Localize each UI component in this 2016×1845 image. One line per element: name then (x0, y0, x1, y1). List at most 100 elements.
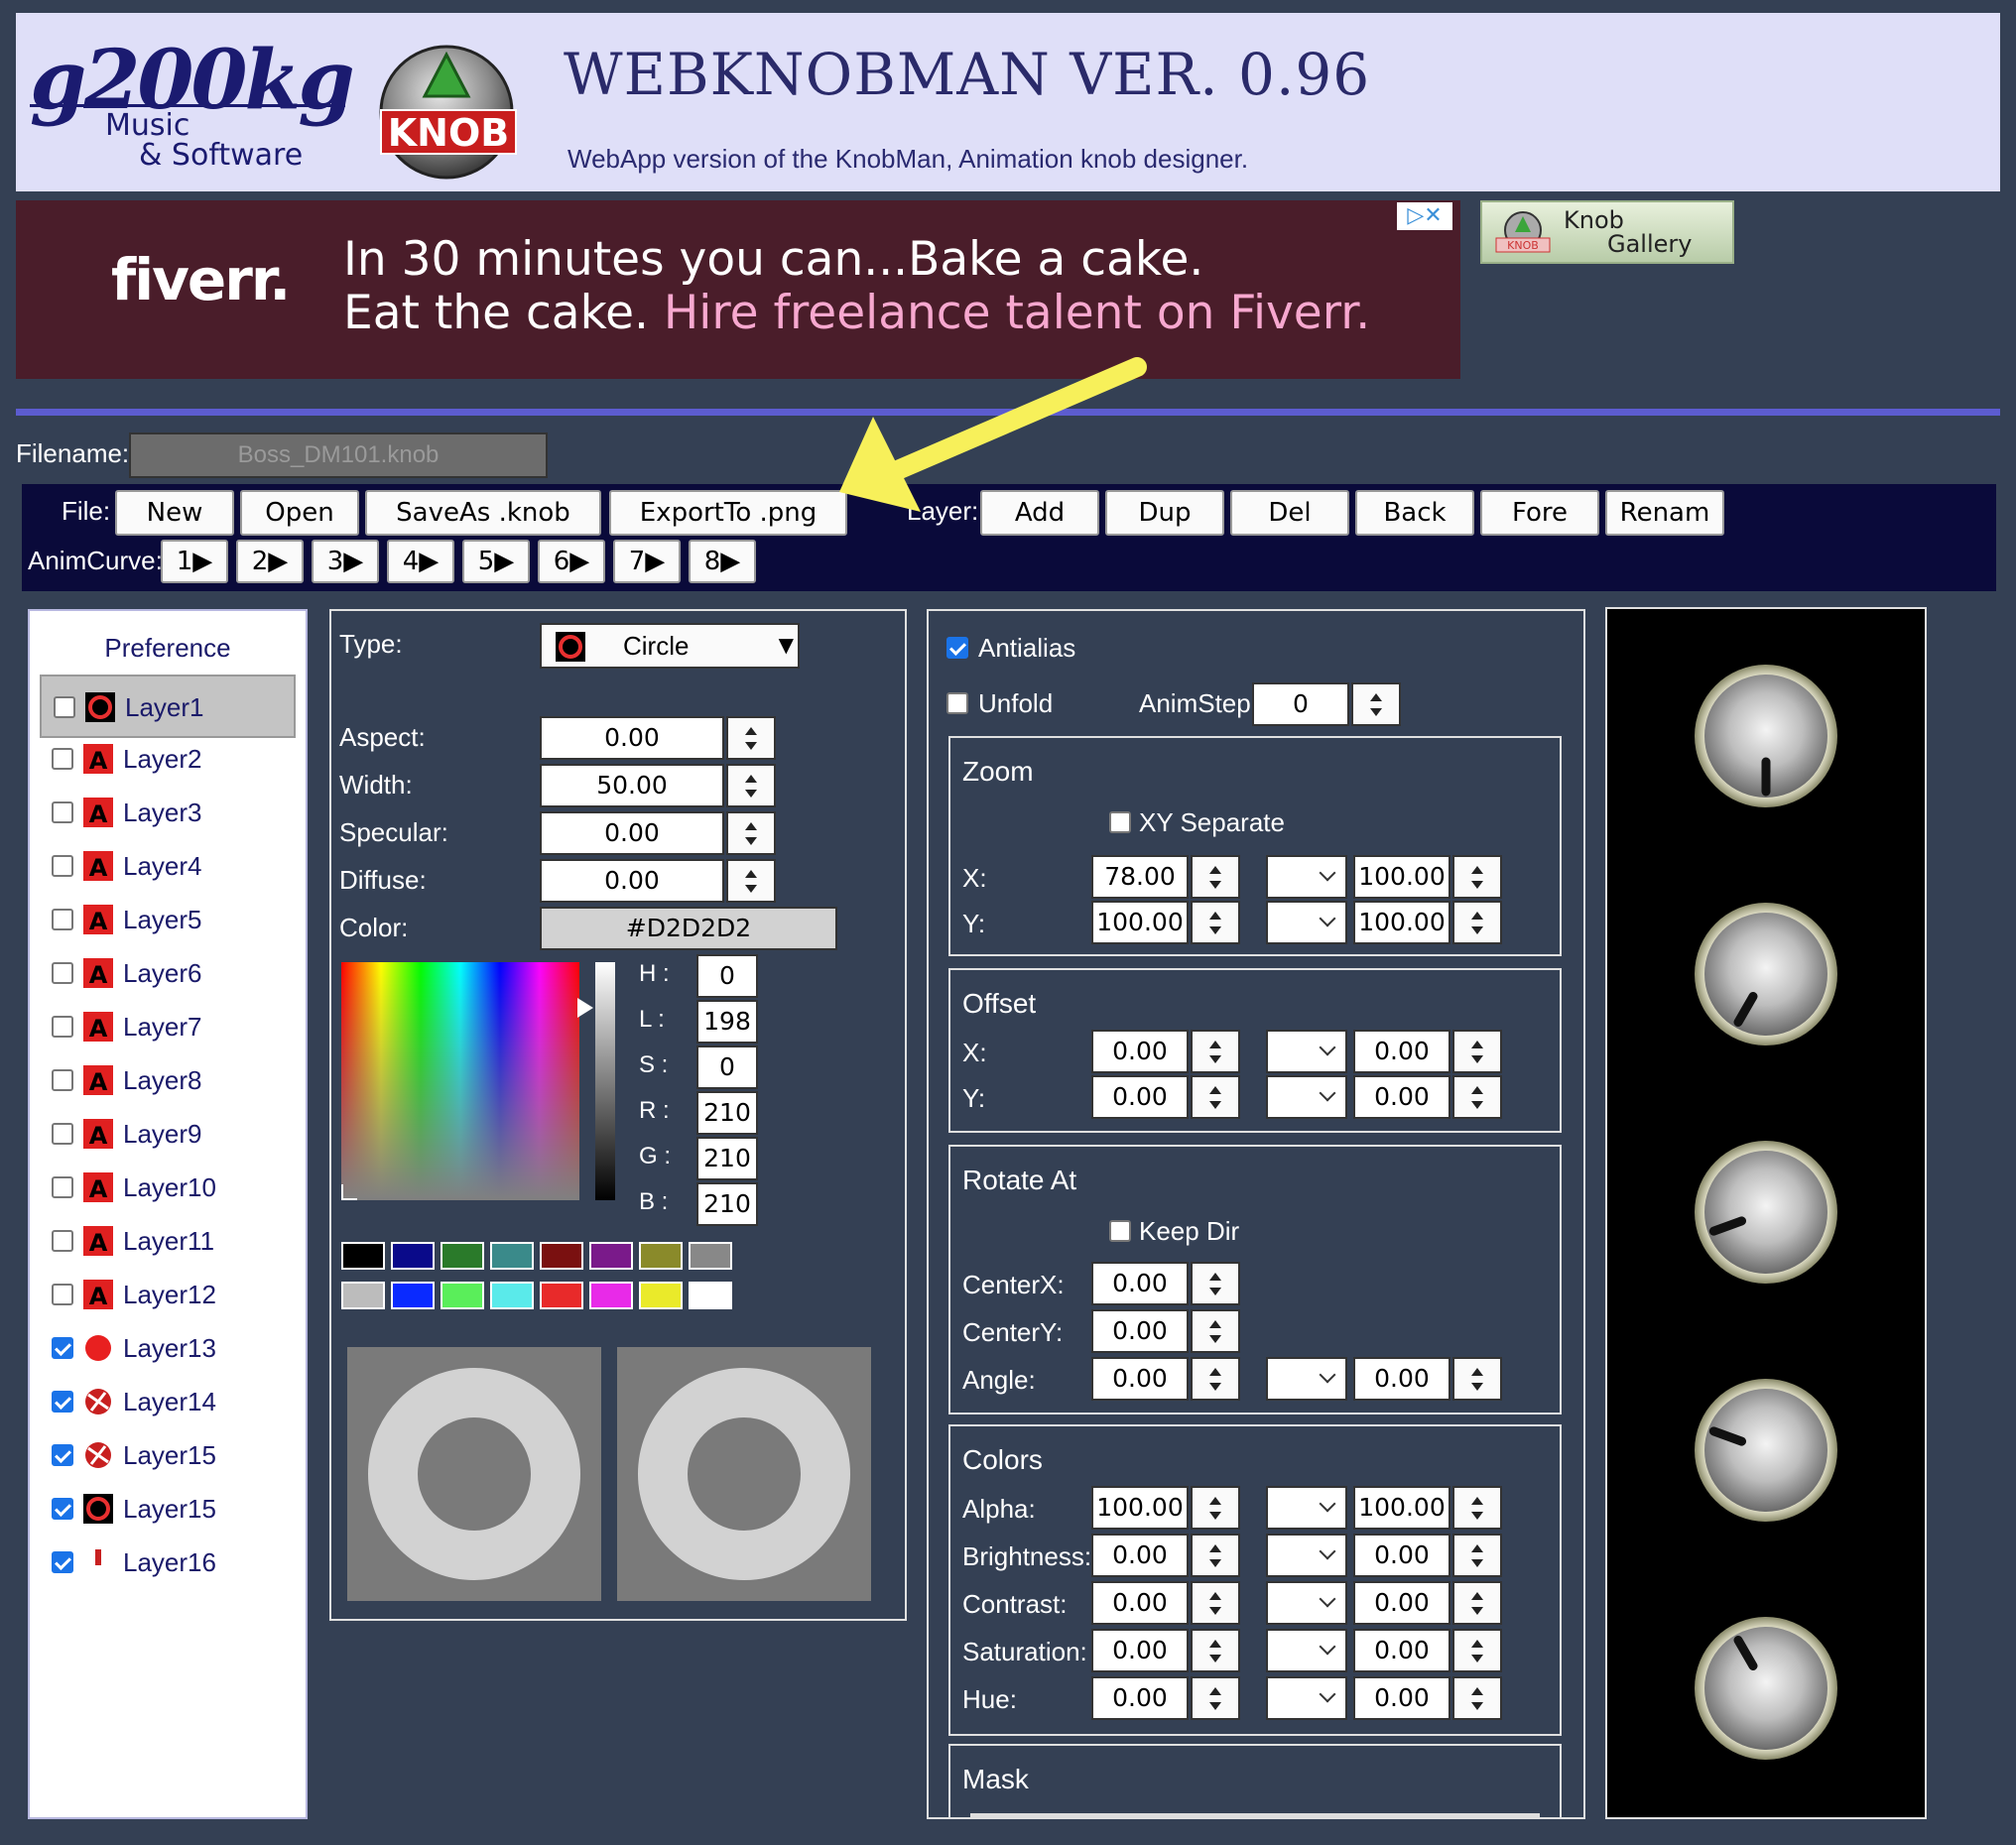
b-input[interactable]: 210 (696, 1182, 758, 1226)
specular-input[interactable]: 0.00 (540, 811, 724, 855)
brightness-from-spinner[interactable] (1191, 1534, 1240, 1577)
offset-y-curve-select[interactable] (1266, 1075, 1347, 1119)
saturation-from-spinner[interactable] (1191, 1629, 1240, 1672)
g-input[interactable]: 210 (696, 1137, 758, 1180)
hue-curve-select[interactable] (1266, 1676, 1347, 1720)
color-swatch[interactable] (689, 1282, 732, 1309)
hue-to-input[interactable]: 0.00 (1353, 1676, 1450, 1720)
zoom-x-from-spinner[interactable] (1191, 855, 1240, 899)
color-swatch[interactable] (391, 1282, 435, 1309)
contrast-to-spinner[interactable] (1452, 1581, 1502, 1625)
layer-visibility-checkbox[interactable] (52, 748, 73, 770)
saturation-to-input[interactable]: 0.00 (1353, 1629, 1450, 1672)
angle-to-input[interactable]: 0.00 (1353, 1357, 1450, 1401)
h-input[interactable]: 0 (696, 954, 758, 998)
layer-visibility-checkbox[interactable] (52, 909, 73, 930)
layer-visibility-checkbox[interactable] (52, 855, 73, 877)
layer-visibility-checkbox[interactable] (52, 1230, 73, 1252)
s-input[interactable]: 0 (696, 1046, 758, 1089)
centery-spinner[interactable] (1191, 1309, 1240, 1353)
animcurve-1-button[interactable]: 1▶ (161, 540, 228, 583)
layer-visibility-checkbox[interactable] (54, 696, 75, 718)
mask-control[interactable] (970, 1813, 1540, 1817)
add-layer-button[interactable]: Add (980, 490, 1099, 536)
animcurve-6-button[interactable]: 6▶ (538, 540, 605, 583)
centerx-spinner[interactable] (1191, 1262, 1240, 1305)
angle-from-input[interactable]: 0.00 (1091, 1357, 1189, 1401)
layer-visibility-checkbox[interactable] (52, 1444, 73, 1466)
zoom-y-curve-select[interactable] (1266, 901, 1347, 944)
hue-from-input[interactable]: 0.00 (1091, 1676, 1189, 1720)
saturation-from-input[interactable]: 0.00 (1091, 1629, 1189, 1672)
zoom-y-from-input[interactable]: 100.00 (1091, 901, 1189, 944)
lightness-slider[interactable] (595, 962, 615, 1200)
contrast-from-spinner[interactable] (1191, 1581, 1240, 1625)
knob-gallery-button[interactable]: KNOB Knob Gallery (1480, 200, 1734, 264)
layer-visibility-checkbox[interactable] (52, 1498, 73, 1520)
color-swatch[interactable] (639, 1242, 683, 1270)
color-swatch[interactable] (689, 1242, 732, 1270)
brightness-to-spinner[interactable] (1452, 1534, 1502, 1577)
contrast-curve-select[interactable] (1266, 1581, 1347, 1625)
animcurve-2-button[interactable]: 2▶ (236, 540, 304, 583)
zoom-x-from-input[interactable]: 78.00 (1091, 855, 1189, 899)
animcurve-3-button[interactable]: 3▶ (312, 540, 379, 583)
dup-layer-button[interactable]: Dup (1105, 490, 1224, 536)
color-picker-cursor[interactable] (341, 1184, 357, 1200)
color-swatch[interactable] (391, 1242, 435, 1270)
layer-visibility-checkbox[interactable] (52, 1069, 73, 1091)
contrast-from-input[interactable]: 0.00 (1091, 1581, 1189, 1625)
type-select[interactable]: Circle ▼ (540, 623, 800, 669)
layer-visibility-checkbox[interactable] (52, 1551, 73, 1573)
unfold-checkbox[interactable] (946, 692, 968, 714)
saveas-button[interactable]: SaveAs .knob (365, 490, 601, 536)
diffuse-input[interactable]: 0.00 (540, 859, 724, 903)
animcurve-4-button[interactable]: 4▶ (387, 540, 454, 583)
alpha-to-input[interactable]: 100.00 (1353, 1486, 1450, 1530)
keep-dir-checkbox[interactable] (1109, 1220, 1131, 1242)
saturation-to-spinner[interactable] (1452, 1629, 1502, 1672)
hue-to-spinner[interactable] (1452, 1676, 1502, 1720)
offset-y-to-input[interactable]: 0.00 (1353, 1075, 1450, 1119)
back-layer-button[interactable]: Back (1355, 490, 1474, 536)
specular-spinner[interactable] (726, 811, 776, 855)
color-swatch[interactable] (589, 1282, 633, 1309)
filename-field[interactable]: Boss_DM101.knob (129, 432, 548, 478)
color-swatch[interactable] (490, 1282, 534, 1309)
open-button[interactable]: Open (240, 490, 359, 536)
alpha-from-input[interactable]: 100.00 (1091, 1486, 1189, 1530)
offset-y-from-spinner[interactable] (1191, 1075, 1240, 1119)
saturation-curve-select[interactable] (1266, 1629, 1347, 1672)
alpha-from-spinner[interactable] (1191, 1486, 1240, 1530)
color-swatch[interactable] (540, 1282, 583, 1309)
animcurve-8-button[interactable]: 8▶ (689, 540, 756, 583)
width-input[interactable]: 50.00 (540, 764, 724, 807)
del-layer-button[interactable]: Del (1230, 490, 1349, 536)
layer-visibility-checkbox[interactable] (52, 1176, 73, 1198)
aspect-spinner[interactable] (726, 716, 776, 760)
color-swatch[interactable] (490, 1242, 534, 1270)
offset-y-from-input[interactable]: 0.00 (1091, 1075, 1189, 1119)
color-swatch[interactable] (341, 1282, 385, 1309)
layer-visibility-checkbox[interactable] (52, 1016, 73, 1038)
brightness-from-input[interactable]: 0.00 (1091, 1534, 1189, 1577)
alpha-to-spinner[interactable] (1452, 1486, 1502, 1530)
zoom-y-from-spinner[interactable] (1191, 901, 1240, 944)
layer-visibility-checkbox[interactable] (52, 1123, 73, 1145)
color-picker-area[interactable] (341, 962, 579, 1200)
layer-visibility-checkbox[interactable] (52, 801, 73, 823)
layer-visibility-checkbox[interactable] (52, 1284, 73, 1305)
offset-x-to-spinner[interactable] (1452, 1030, 1502, 1073)
brightness-curve-select[interactable] (1266, 1534, 1347, 1577)
offset-x-from-spinner[interactable] (1191, 1030, 1240, 1073)
width-spinner[interactable] (726, 764, 776, 807)
diffuse-spinner[interactable] (726, 859, 776, 903)
color-swatch[interactable] (589, 1242, 633, 1270)
g200kg-logo[interactable]: g200kg Music & Software (30, 33, 355, 182)
layer-visibility-checkbox[interactable] (52, 1337, 73, 1359)
color-swatch[interactable] (639, 1282, 683, 1309)
antialias-checkbox[interactable] (946, 637, 968, 659)
ad-banner[interactable]: fiverr. In 30 minutes you can...Bake a c… (16, 200, 1460, 379)
color-swatch[interactable] (441, 1282, 484, 1309)
fore-layer-button[interactable]: Fore (1480, 490, 1599, 536)
